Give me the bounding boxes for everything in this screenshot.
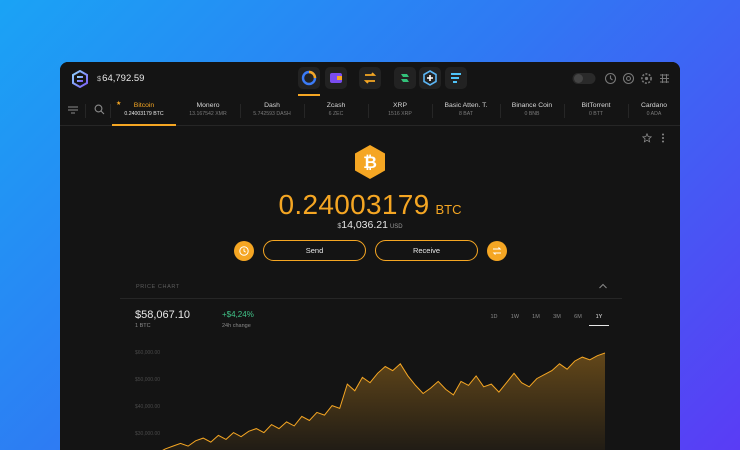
price-chart[interactable]: [60, 62, 680, 450]
price-area: [163, 353, 605, 450]
app-window: $64,792.59 ★ Bitcoin 0.24003179 BTC Mone…: [60, 62, 680, 450]
